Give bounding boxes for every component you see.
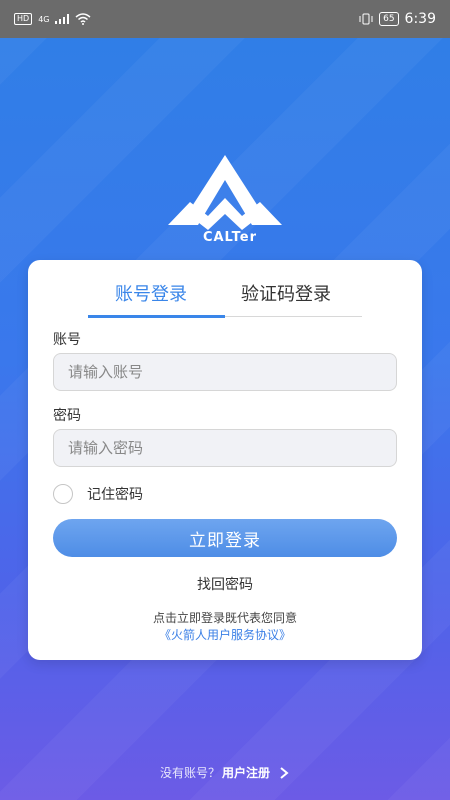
status-right: 65 6:39 <box>359 11 436 27</box>
login-button[interactable]: 立即登录 <box>53 519 397 557</box>
account-label: 账号 <box>53 332 81 348</box>
agreement-link[interactable]: 《火箭人用户服务协议》 <box>28 626 422 643</box>
password-input[interactable] <box>53 429 397 467</box>
tab-code-login[interactable]: 验证码登录 <box>241 280 331 310</box>
vibrate-icon <box>359 13 373 25</box>
password-label: 密码 <box>53 408 81 424</box>
forgot-password-link[interactable]: 找回密码 <box>28 574 422 594</box>
hd-badge: HD <box>14 13 33 25</box>
status-left: HD 4G <box>14 13 91 25</box>
remember-password[interactable]: 记住密码 <box>53 484 143 504</box>
agreement-text: 点击立即登录既代表您同意 <box>152 611 297 625</box>
login-card: 账号登录 验证码登录 账号 密码 记住密码 立即登录 找回密码 点击立即登录既代… <box>28 260 422 660</box>
register-link[interactable]: 用户注册 <box>222 764 270 781</box>
login-tabs: 账号登录 验证码登录 <box>88 272 362 318</box>
account-input[interactable] <box>53 353 397 391</box>
chevron-right-icon[interactable] <box>278 766 290 779</box>
status-bar: HD 4G 65 6:39 <box>0 0 450 38</box>
tab-account-login[interactable]: 账号登录 <box>115 280 187 310</box>
network-type: 4G <box>38 14 50 24</box>
battery-level: 65 <box>379 12 399 26</box>
logo-text: CALTer <box>202 230 258 245</box>
no-account-text: 没有账号？ <box>159 766 220 780</box>
active-tab-indicator <box>88 315 225 318</box>
remember-label: 记住密码 <box>87 487 143 503</box>
wifi-icon <box>75 13 91 25</box>
remember-checkbox[interactable] <box>53 484 73 504</box>
register-prompt: 没有账号？ 用户注册 <box>0 764 450 781</box>
signal-icon <box>55 14 70 24</box>
status-time: 6:39 <box>404 11 436 27</box>
